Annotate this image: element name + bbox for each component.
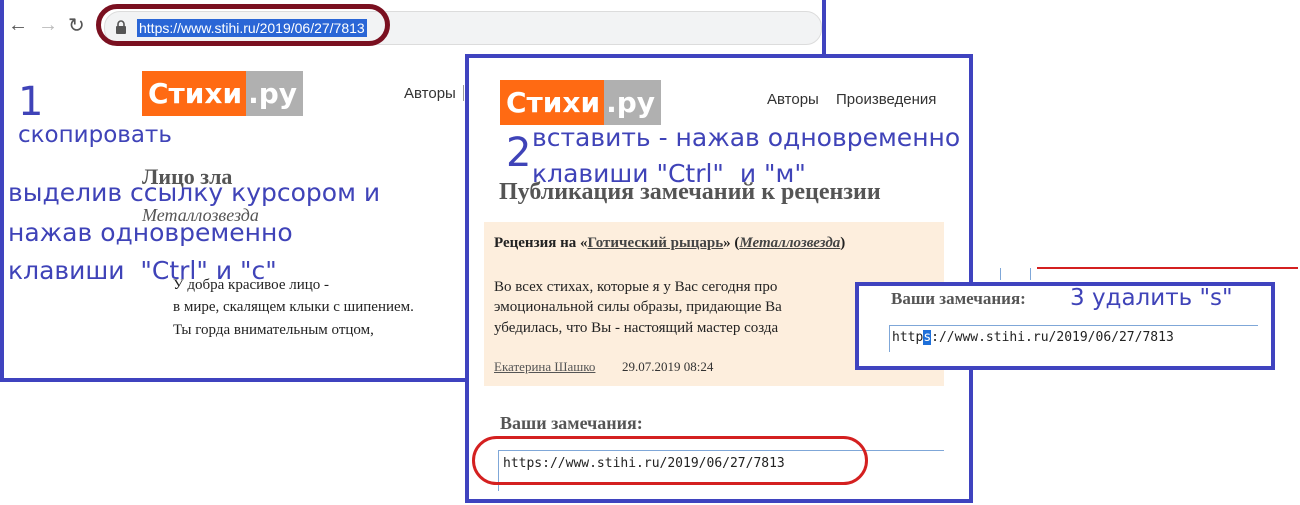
review-author-link[interactable]: Металлозвезда <box>739 235 840 251</box>
site-logo[interactable]: Стихи .ру <box>500 80 662 125</box>
value-before: http <box>892 330 924 345</box>
step1-number: 1 <box>18 79 44 125</box>
review-header: Рецензия на «Готический рыцарь» (Металло… <box>494 235 845 252</box>
step1-instruction: клавиши "Ctrl" и "c" <box>8 256 277 285</box>
background-divider <box>1000 268 1001 280</box>
review-work-link[interactable]: Готический рыцарь <box>588 235 724 251</box>
review-date: 29.07.2019 08:24 <box>622 359 714 374</box>
step1-title: скопировать <box>18 122 172 148</box>
selected-char[interactable]: s <box>923 330 932 345</box>
remarks-label: Ваши замечания: <box>500 413 643 433</box>
logo-tld: .ру <box>246 71 304 116</box>
review-body-line: Во всех стихах, которые я у Вас сегодня … <box>494 279 778 295</box>
background-red-line <box>1037 267 1298 269</box>
step2-number: 2 <box>506 130 532 176</box>
poem-line: в мире, скалящем клыки с шипением. <box>173 299 414 315</box>
step2-instruction: вставить - нажав одновременно <box>532 123 961 152</box>
forward-arrow-icon[interactable]: → <box>38 14 58 37</box>
nav-works-link[interactable]: Произведения <box>836 91 936 108</box>
review-body-line: убедилась, что Вы - настоящий мастер соз… <box>494 320 779 336</box>
review-mid: » ( <box>723 235 740 251</box>
nav-divider <box>463 85 464 101</box>
step3-instruction: 3 удалить "s" <box>1070 285 1233 311</box>
zoom-remarks-label: Ваши замечания: <box>891 289 1026 308</box>
zoom-remarks-text: https://www.stihi.ru/2019/06/27/7813 <box>892 330 1174 345</box>
site-logo[interactable]: Стихи .ру <box>142 71 304 116</box>
review-body-line: эмоциональной силы образы, придающие Ва <box>494 299 782 315</box>
step1-instruction: нажав одновременно <box>8 218 293 247</box>
logo-tld: .ру <box>604 80 662 125</box>
value-after: ://www.stihi.ru/2019/06/27/7813 <box>931 330 1174 345</box>
step2-instruction: клавиши "Ctrl" и "м" <box>532 159 806 188</box>
review-suffix: ) <box>840 235 846 251</box>
nav-authors-link[interactable]: Авторы <box>404 85 456 102</box>
url-highlight-oval <box>96 4 390 46</box>
zoom-remarks-field[interactable]: https://www.stihi.ru/2019/06/27/7813 <box>889 325 1258 352</box>
logo-main: Стихи <box>142 71 247 116</box>
back-arrow-icon[interactable]: ← <box>8 14 28 37</box>
reviewer-link[interactable]: Екатерина Шашко <box>494 359 595 375</box>
reload-icon[interactable]: ↻ <box>68 13 85 38</box>
review-prefix: Рецензия на « <box>494 235 588 251</box>
logo-main: Стихи <box>500 80 605 125</box>
remarks-highlight-oval <box>472 436 868 485</box>
poem-line: Ты горда внимательным отцом, <box>173 322 374 338</box>
nav-authors-link[interactable]: Авторы <box>767 91 819 108</box>
background-divider <box>1030 268 1031 280</box>
step1-instruction: выделив ссылку курсором и <box>8 178 381 207</box>
